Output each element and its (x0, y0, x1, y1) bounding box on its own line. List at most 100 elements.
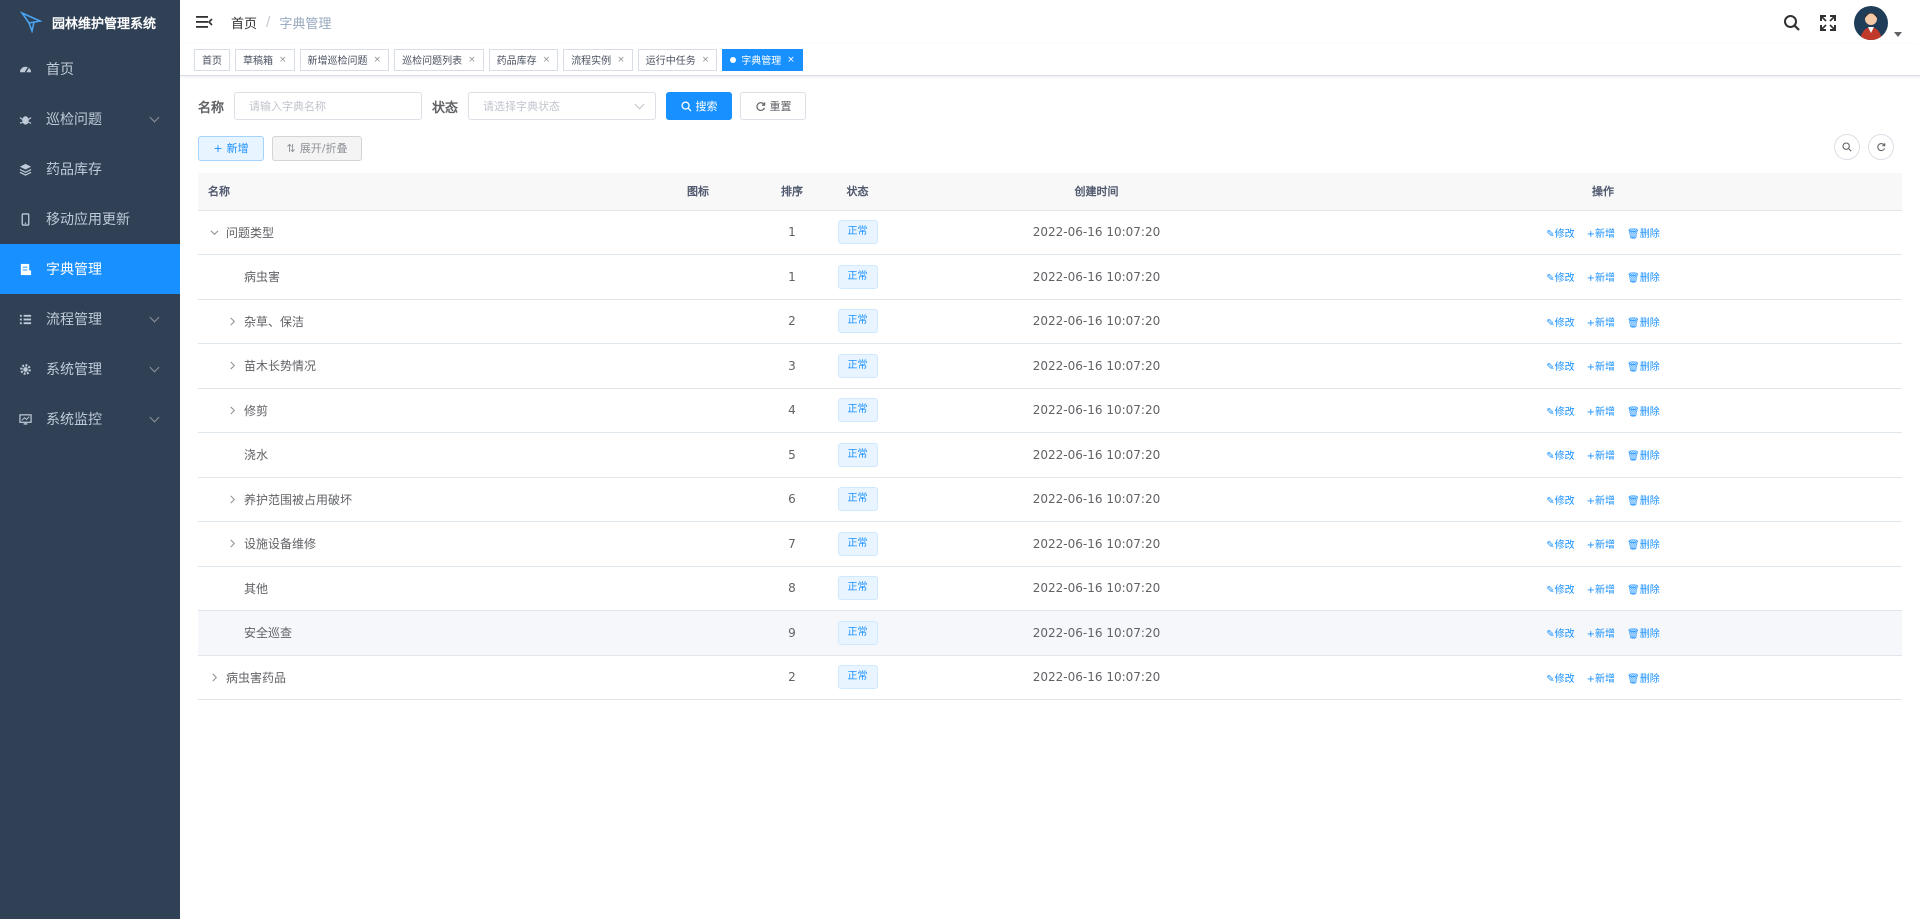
reset-button[interactable]: 重置 (740, 92, 807, 120)
search-button[interactable]: 搜索 (666, 92, 733, 120)
add-child-link[interactable]: +新增 (1587, 403, 1615, 418)
add-button[interactable]: + 新增 (198, 135, 264, 161)
tab-4[interactable]: 巡检问题列表 × (394, 48, 484, 71)
close-icon[interactable]: × (617, 55, 625, 65)
edit-link[interactable]: ✎修改 (1546, 447, 1574, 462)
name-cell: 浇水 (198, 432, 638, 478)
chevron-down-icon[interactable] (1894, 31, 1902, 37)
add-child-link[interactable]: +新增 (1587, 536, 1615, 551)
chevron-right-icon[interactable] (208, 673, 220, 682)
tab-6[interactable]: 流程实例 × (563, 48, 633, 71)
table-row[interactable]: 问题类型 1 正常 2022-06-16 10:07:20 ✎修改 +新增 🗑删除 (198, 210, 1902, 255)
edit-link[interactable]: ✎修改 (1546, 269, 1574, 284)
refresh-button[interactable] (1868, 134, 1894, 160)
delete-link[interactable]: 🗑删除 (1627, 358, 1660, 373)
close-icon[interactable]: × (374, 55, 382, 65)
tab-1[interactable]: 首页 (194, 48, 230, 71)
chevron-right-icon[interactable] (226, 495, 238, 504)
dict-name-input[interactable]: 请输入字典名称 (234, 92, 423, 120)
table-row[interactable]: 养护范围被占用破坏 6 正常 2022-06-16 10:07:20 ✎修改 +新增 🗑删除 (198, 477, 1902, 522)
tab-2[interactable]: 草稿箱 × (235, 48, 295, 71)
chevron-right-icon[interactable] (226, 317, 238, 326)
sidebar-item-5[interactable]: 字典管理 (0, 244, 180, 294)
edit-link[interactable]: ✎修改 (1546, 358, 1574, 373)
name-cell: 杂草、保洁 (198, 299, 638, 344)
add-child-link[interactable]: +新增 (1587, 314, 1615, 329)
delete-link[interactable]: 🗑删除 (1627, 492, 1660, 507)
sidebar-item-3[interactable]: 药品库存 (0, 144, 180, 194)
delete-label: 删除 (1639, 584, 1660, 596)
delete-link[interactable]: 🗑删除 (1627, 403, 1660, 418)
add-child-link[interactable]: +新增 (1587, 581, 1615, 596)
edit-link[interactable]: ✎修改 (1546, 314, 1574, 329)
delete-link[interactable]: 🗑删除 (1627, 625, 1660, 640)
add-child-link[interactable]: +新增 (1587, 625, 1615, 640)
sidebar-item-4[interactable]: 移动应用更新 (0, 194, 180, 244)
table-row[interactable]: 修剪 4 正常 2022-06-16 10:07:20 ✎修改 +新增 🗑删除 (198, 388, 1902, 433)
edit-link[interactable]: ✎修改 (1546, 403, 1574, 418)
toggle-search-button[interactable] (1834, 134, 1860, 160)
chevron-right-icon[interactable] (226, 361, 238, 370)
tab-3[interactable]: 新增巡检问题 × (299, 48, 390, 71)
edit-link[interactable]: ✎修改 (1546, 625, 1574, 640)
chevron-right-icon[interactable] (226, 539, 238, 548)
avatar[interactable] (1854, 6, 1888, 40)
sidebar-item-2[interactable]: 巡检问题 (0, 94, 180, 144)
chevron-down-icon[interactable] (208, 228, 220, 237)
delete-link[interactable]: 🗑删除 (1627, 314, 1660, 329)
close-icon[interactable]: × (468, 55, 476, 65)
table-row[interactable]: 其他 8 正常 2022-06-16 10:07:20 ✎修改 +新增 🗑删除 (198, 566, 1902, 611)
edit-icon: ✎ (1546, 228, 1555, 240)
breadcrumb-home[interactable]: 首页 (231, 13, 257, 32)
table-row[interactable]: 病虫害 1 正常 2022-06-16 10:07:20 ✎修改 +新增 🗑删除 (198, 254, 1902, 300)
add-child-link[interactable]: +新增 (1587, 492, 1615, 507)
search-icon[interactable] (1782, 13, 1802, 33)
edit-link[interactable]: ✎修改 (1546, 581, 1574, 596)
tab-5[interactable]: 药品库存 × (488, 48, 559, 71)
plus-icon: + (1586, 317, 1596, 329)
sidebar-item-1[interactable]: 首页 (0, 44, 180, 94)
chevron-right-icon[interactable] (226, 406, 238, 415)
edit-link[interactable]: ✎修改 (1546, 536, 1574, 551)
delete-link[interactable]: 🗑删除 (1627, 225, 1660, 240)
name-cell: 安全巡查 (198, 610, 638, 656)
table-row[interactable]: 杂草、保洁 2 正常 2022-06-16 10:07:20 ✎修改 +新增 🗑删除 (198, 299, 1902, 344)
status-cell: 正常 (826, 521, 889, 567)
table-row[interactable]: 浇水 5 正常 2022-06-16 10:07:20 ✎修改 +新增 🗑删除 (198, 432, 1902, 478)
delete-link[interactable]: 🗑删除 (1627, 670, 1660, 685)
row-name: 杂草、保洁 (244, 314, 305, 329)
edit-link[interactable]: ✎修改 (1546, 670, 1574, 685)
dict-status-select[interactable]: 请选择字典状态 (468, 92, 657, 120)
app-logo[interactable]: 园林维护管理系统 (0, 0, 180, 44)
add-child-link[interactable]: +新增 (1587, 269, 1615, 284)
breadcrumb-separator: / (266, 14, 271, 30)
delete-link[interactable]: 🗑删除 (1627, 269, 1660, 284)
add-child-link[interactable]: +新增 (1587, 358, 1615, 373)
close-icon[interactable]: × (702, 55, 710, 65)
close-icon[interactable]: × (543, 55, 551, 65)
sidebar-item-6[interactable]: 流程管理 (0, 294, 180, 344)
table-row[interactable]: 设施设备维修 7 正常 2022-06-16 10:07:20 ✎修改 +新增 🗑删除 (198, 521, 1902, 567)
edit-link[interactable]: ✎修改 (1546, 225, 1574, 240)
sidebar-item-8[interactable]: 系统监控 (0, 394, 180, 444)
add-child-link[interactable]: +新增 (1587, 225, 1615, 240)
table-row[interactable]: 安全巡查 9 正常 2022-06-16 10:07:20 ✎修改 +新增 🗑删除 (198, 610, 1902, 656)
table-row[interactable]: 苗木长势情况 3 正常 2022-06-16 10:07:20 ✎修改 +新增 🗑删除 (198, 343, 1902, 389)
edit-link[interactable]: ✎修改 (1546, 492, 1574, 507)
sidebar-item-7[interactable]: 系统管理 (0, 344, 180, 394)
delete-link[interactable]: 🗑删除 (1627, 536, 1660, 551)
trash-icon: 🗑 (1627, 362, 1640, 374)
add-child-link[interactable]: +新增 (1587, 447, 1615, 462)
add-child-link[interactable]: +新增 (1587, 670, 1615, 685)
expand-collapse-button[interactable]: ⇅ 展开/折叠 (272, 135, 362, 161)
tab-8[interactable]: 字典管理 × (722, 48, 803, 71)
hamburger-icon[interactable] (195, 13, 213, 31)
delete-link[interactable]: 🗑删除 (1627, 581, 1660, 596)
delete-link[interactable]: 🗑删除 (1627, 447, 1660, 462)
table-row[interactable]: 病虫害药品 2 正常 2022-06-16 10:07:20 ✎修改 +新增 🗑删除 (198, 655, 1902, 700)
order-cell: 4 (758, 388, 826, 433)
tab-7[interactable]: 运行中任务 × (637, 48, 718, 71)
close-icon[interactable]: × (787, 55, 795, 65)
close-icon[interactable]: × (279, 55, 287, 65)
fullscreen-icon[interactable] (1818, 13, 1838, 33)
